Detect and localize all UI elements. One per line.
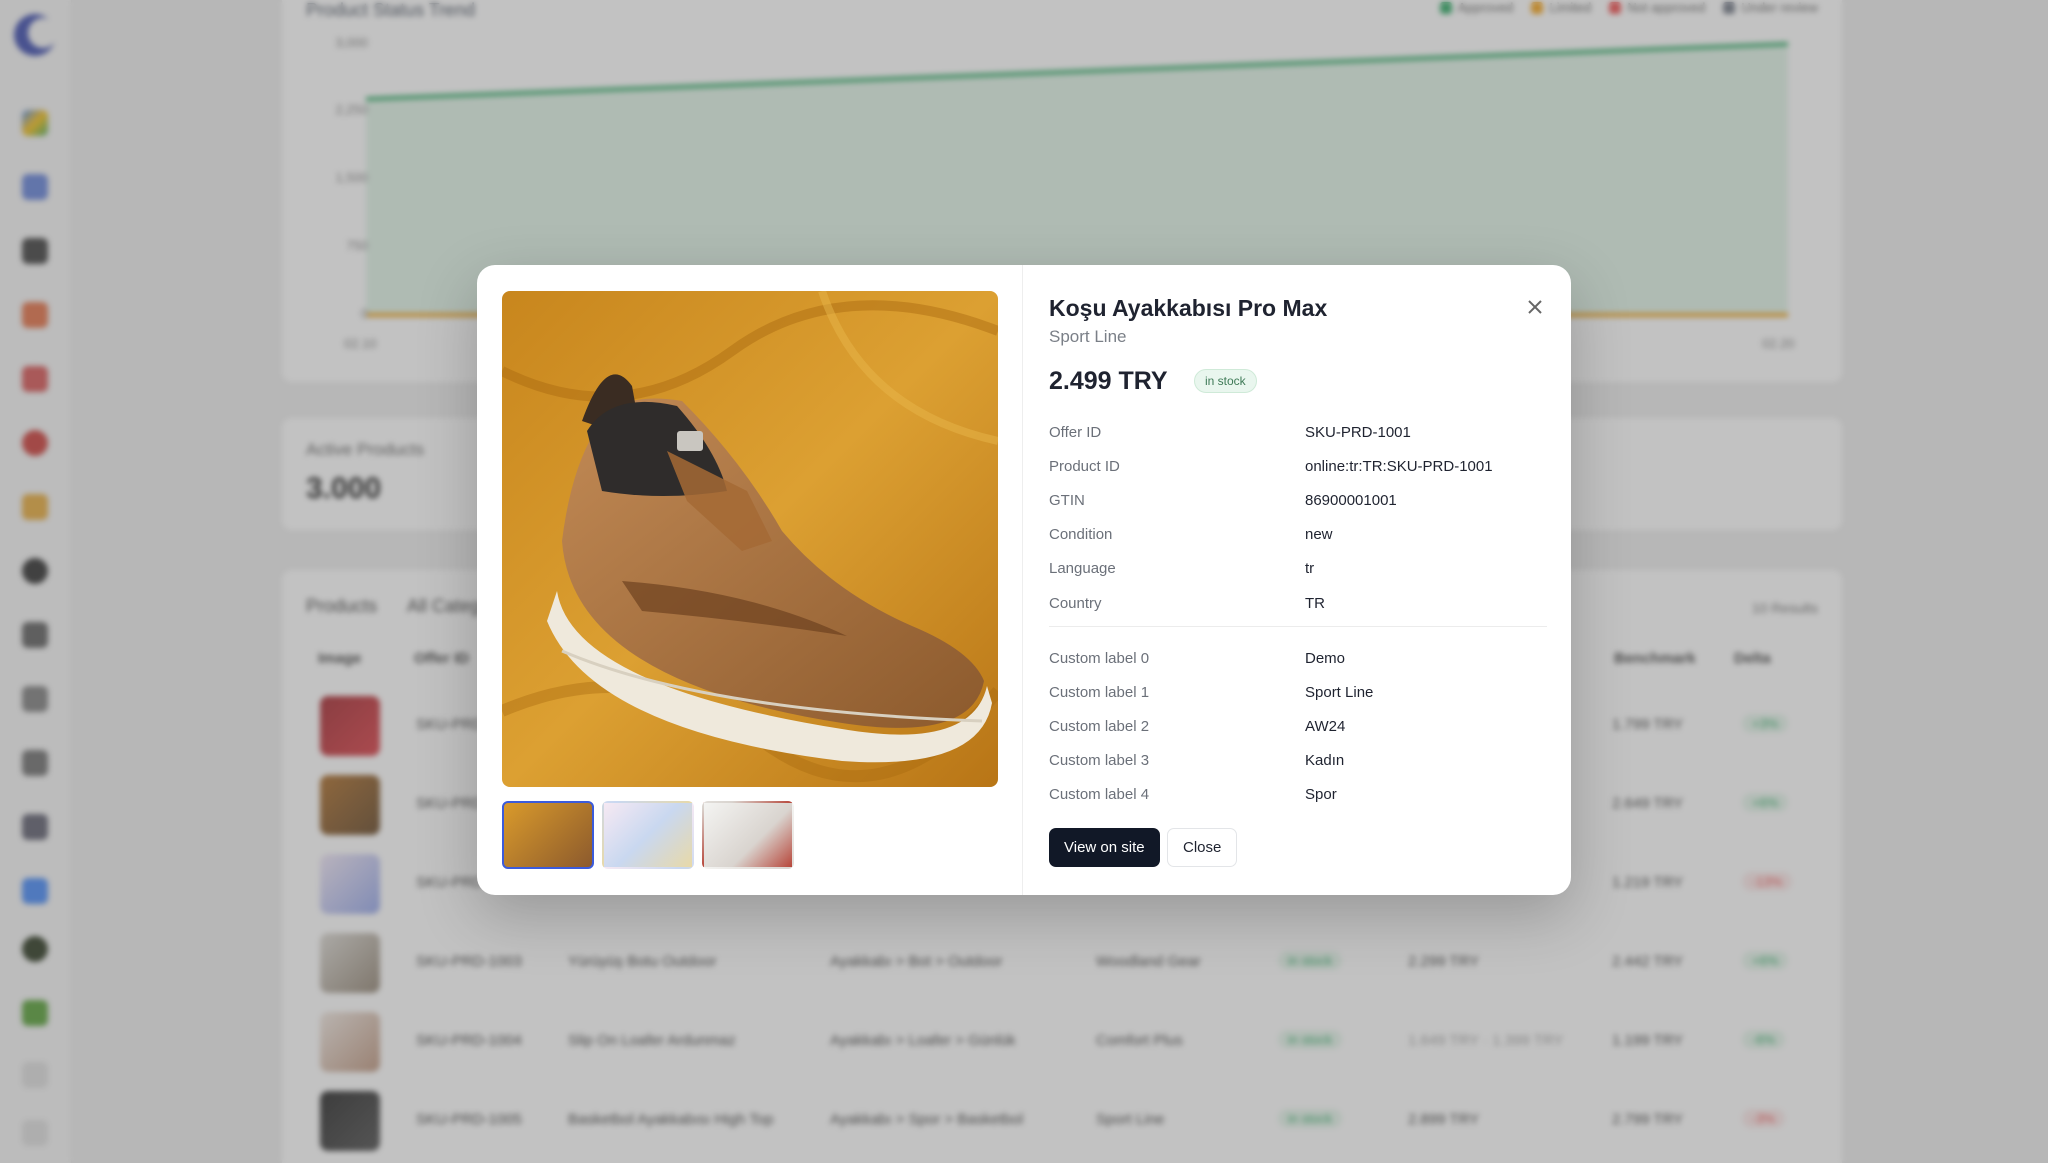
attribute-value: SKU-PRD-1001 [1305,423,1411,441]
custom-label-value: Demo [1305,649,1346,667]
attribute-row: Offer ID SKU-PRD-1001 [1049,415,1547,449]
close-button[interactable]: Close [1167,828,1238,867]
attribute-value: 86900001001 [1305,491,1397,509]
custom-label-key: Custom label 0 [1049,649,1150,667]
custom-label-value: AW24 [1305,717,1346,735]
custom-label-row: Custom label 4 Spor [1049,778,1547,812]
product-attributes: Offer ID SKU-PRD-1001 Product ID online:tr… [1049,415,1547,620]
attribute-value: tr [1305,560,1315,578]
sneaker-image [502,291,998,787]
thumbnail-2[interactable] [602,801,694,869]
thumbnail-strip [502,801,794,869]
attribute-key: Product ID [1049,457,1120,475]
custom-label-key: Custom label 2 [1049,717,1150,735]
custom-label-row: Custom label 1 Sport Line [1049,675,1547,709]
custom-label-row: Custom label 0 Demo [1049,641,1547,675]
product-detail-modal: Koşu Ayakkabısı Pro Max Sport Line 2.499… [477,265,1571,895]
attribute-key: Offer ID [1049,423,1102,441]
custom-label-key: Custom label 1 [1049,683,1150,701]
attribute-value: new [1305,526,1333,544]
product-info-panel: Koşu Ayakkabısı Pro Max Sport Line 2.499… [1023,265,1571,895]
custom-label-key: Custom label 4 [1049,786,1150,804]
close-icon[interactable] [1521,293,1549,321]
attribute-key: GTIN [1049,491,1085,509]
attribute-row: Condition new [1049,518,1547,552]
custom-label-value: Kadın [1305,752,1345,770]
attribute-row: GTIN 86900001001 [1049,483,1547,517]
attribute-key: Condition [1049,526,1113,544]
custom-label-row: Custom label 3 Kadın [1049,744,1547,778]
thumbnail-1[interactable] [502,801,594,869]
attribute-key: Language [1049,560,1116,578]
section-divider [1049,626,1547,627]
custom-label-value: Sport Line [1305,683,1374,701]
attribute-row: Country TR [1049,586,1547,620]
thumbnail-3[interactable] [702,801,794,869]
attribute-row: Product ID online:tr:TR:SKU-PRD-1001 [1049,449,1547,483]
attribute-row: Language tr [1049,552,1547,586]
custom-labels: Custom label 0 Demo Custom label 1 Sport L… [1049,641,1547,812]
product-brand: Sport Line [1049,327,1127,346]
availability-badge: in stock [1194,369,1257,393]
attribute-key: Country [1049,594,1102,612]
custom-label-key: Custom label 3 [1049,752,1150,770]
view-on-site-button[interactable]: View on site [1049,828,1160,867]
product-main-image [502,291,998,787]
product-title: Koşu Ayakkabısı Pro Max [1049,295,1328,321]
custom-label-row: Custom label 2 AW24 [1049,709,1547,743]
attribute-value: TR [1305,594,1325,612]
attribute-value: online:tr:TR:SKU-PRD-1001 [1305,457,1493,475]
image-gallery [477,265,1023,895]
product-price: 2.499 TRY [1049,367,1168,395]
custom-label-value: Spor [1305,786,1337,804]
